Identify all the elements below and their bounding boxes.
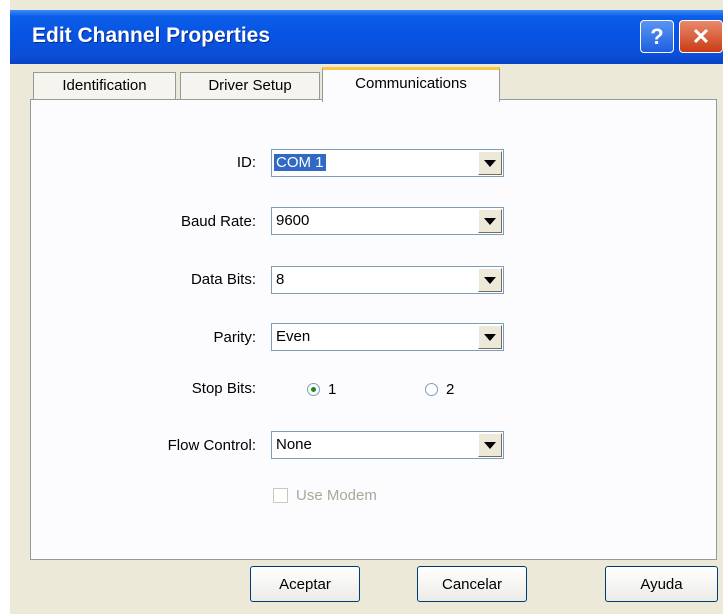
stop-bits-option-2: 2: [446, 381, 455, 398]
id-select[interactable]: COM 1: [271, 149, 504, 177]
data-bits-value: 8: [276, 271, 285, 288]
stop-bits-radio-2[interactable]: 2: [425, 381, 454, 398]
radio-checked-icon: [307, 383, 320, 396]
baud-rate-select[interactable]: 9600: [271, 207, 504, 235]
tab-communications[interactable]: Communications: [322, 67, 500, 102]
checkbox-icon: [273, 488, 288, 503]
title-bar[interactable]: Edit Channel Properties ? ✕: [10, 10, 723, 64]
chevron-down-icon: [484, 217, 496, 225]
radio-unchecked-icon: [425, 383, 438, 396]
edit-channel-properties-dialog: Edit Channel Properties ? ✕ Identificati…: [0, 0, 723, 614]
flow-control-label: Flow Control:: [167, 437, 256, 454]
dropdown-button[interactable]: [478, 433, 502, 457]
chevron-down-icon: [484, 441, 496, 449]
question-icon: ?: [650, 23, 664, 49]
baud-rate-label: Baud Rate:: [180, 213, 256, 230]
help-button[interactable]: ?: [640, 20, 674, 53]
id-value: COM 1: [274, 154, 326, 171]
dropdown-button[interactable]: [478, 268, 502, 292]
parity-select[interactable]: Even: [271, 323, 504, 351]
stop-bits-radio-1[interactable]: 1: [307, 381, 336, 398]
dropdown-button[interactable]: [478, 325, 502, 349]
chevron-down-icon: [484, 159, 496, 167]
use-modem-label: Use Modem: [296, 487, 377, 504]
flow-control-value: None: [276, 436, 312, 453]
baud-rate-value: 9600: [276, 212, 310, 229]
cancel-button[interactable]: Cancelar: [417, 566, 527, 602]
parity-value: Even: [276, 328, 311, 345]
use-modem-checkbox[interactable]: Use Modem: [273, 487, 377, 504]
communications-panel: ID: COM 1 Baud Rate: 9600 Data Bits: 8 P…: [30, 99, 717, 560]
chevron-down-icon: [484, 276, 496, 284]
tab-driver-setup[interactable]: Driver Setup: [180, 72, 320, 99]
tab-identification[interactable]: Identification: [33, 72, 176, 99]
chevron-down-icon: [484, 333, 496, 341]
data-bits-label: Data Bits:: [190, 271, 256, 288]
window-left-edge: [0, 0, 10, 614]
dropdown-button[interactable]: [478, 151, 502, 175]
stop-bits-label: Stop Bits:: [191, 380, 256, 397]
close-icon: ✕: [691, 23, 711, 49]
accept-button[interactable]: Aceptar: [250, 566, 360, 602]
parity-label: Parity:: [213, 329, 256, 346]
dropdown-button[interactable]: [478, 209, 502, 233]
id-label: ID:: [236, 154, 256, 171]
stop-bits-option-1: 1: [328, 381, 337, 398]
close-button[interactable]: ✕: [679, 20, 723, 53]
help-action-button[interactable]: Ayuda: [605, 566, 718, 602]
data-bits-select[interactable]: 8: [271, 266, 504, 294]
window-title: Edit Channel Properties: [32, 24, 271, 47]
flow-control-select[interactable]: None: [271, 431, 504, 459]
